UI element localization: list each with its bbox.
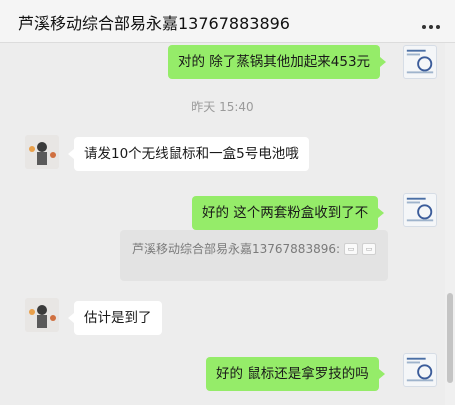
message-list[interactable]: 对的 除了蒸锅其他加起来453元 昨天 15:40 请发10个无线鼠标和一盒5号…	[0, 43, 445, 405]
quote-sender: 芦溪移动综合部易永嘉13767883896:	[132, 242, 341, 256]
quoted-message[interactable]: 芦溪移动综合部易永嘉13767883896: ▭ ▭	[120, 230, 388, 281]
message-text: 好的 鼠标还是拿罗技的吗	[216, 366, 369, 382]
message-text: 估计是到了	[84, 310, 152, 326]
quote-thumbnail-icon: ▭	[344, 242, 359, 255]
quote-thumbnail-icon: ▭	[362, 242, 376, 255]
message-text: 对的 除了蒸锅其他加起来453元	[178, 54, 371, 70]
timestamp: 昨天 15:40	[191, 100, 254, 114]
avatar[interactable]	[403, 353, 437, 387]
message-bubble-sent[interactable]: 好的 鼠标还是拿罗技的吗	[206, 357, 385, 391]
avatar-image	[406, 197, 434, 222]
avatar[interactable]	[25, 298, 59, 332]
avatar-image	[406, 49, 434, 74]
message-bubble-received[interactable]: 估计是到了	[68, 301, 162, 335]
avatar[interactable]	[403, 45, 437, 79]
message-text: 请发10个无线鼠标和一盒5号电池哦	[84, 146, 299, 162]
more-icon[interactable]	[420, 14, 442, 30]
chat-title: 芦溪移动综合部易永嘉13767883896	[18, 14, 290, 33]
message-bubble-received[interactable]: 请发10个无线鼠标和一盒5号电池哦	[68, 137, 309, 171]
message-bubble-sent[interactable]: 好的 这个两套粉盒收到了不	[192, 196, 385, 230]
message-text: 好的 这个两套粉盒收到了不	[202, 205, 369, 221]
scrollbar-thumb[interactable]	[447, 293, 453, 383]
avatar[interactable]	[403, 193, 437, 227]
chat-header: 芦溪移动综合部易永嘉13767883896	[0, 0, 455, 43]
avatar[interactable]	[25, 135, 59, 169]
avatar-image	[25, 298, 59, 332]
avatar-image	[406, 357, 434, 382]
scrollbar[interactable]	[445, 43, 455, 405]
avatar-image	[25, 135, 59, 169]
message-bubble-sent[interactable]: 对的 除了蒸锅其他加起来453元	[168, 45, 387, 79]
